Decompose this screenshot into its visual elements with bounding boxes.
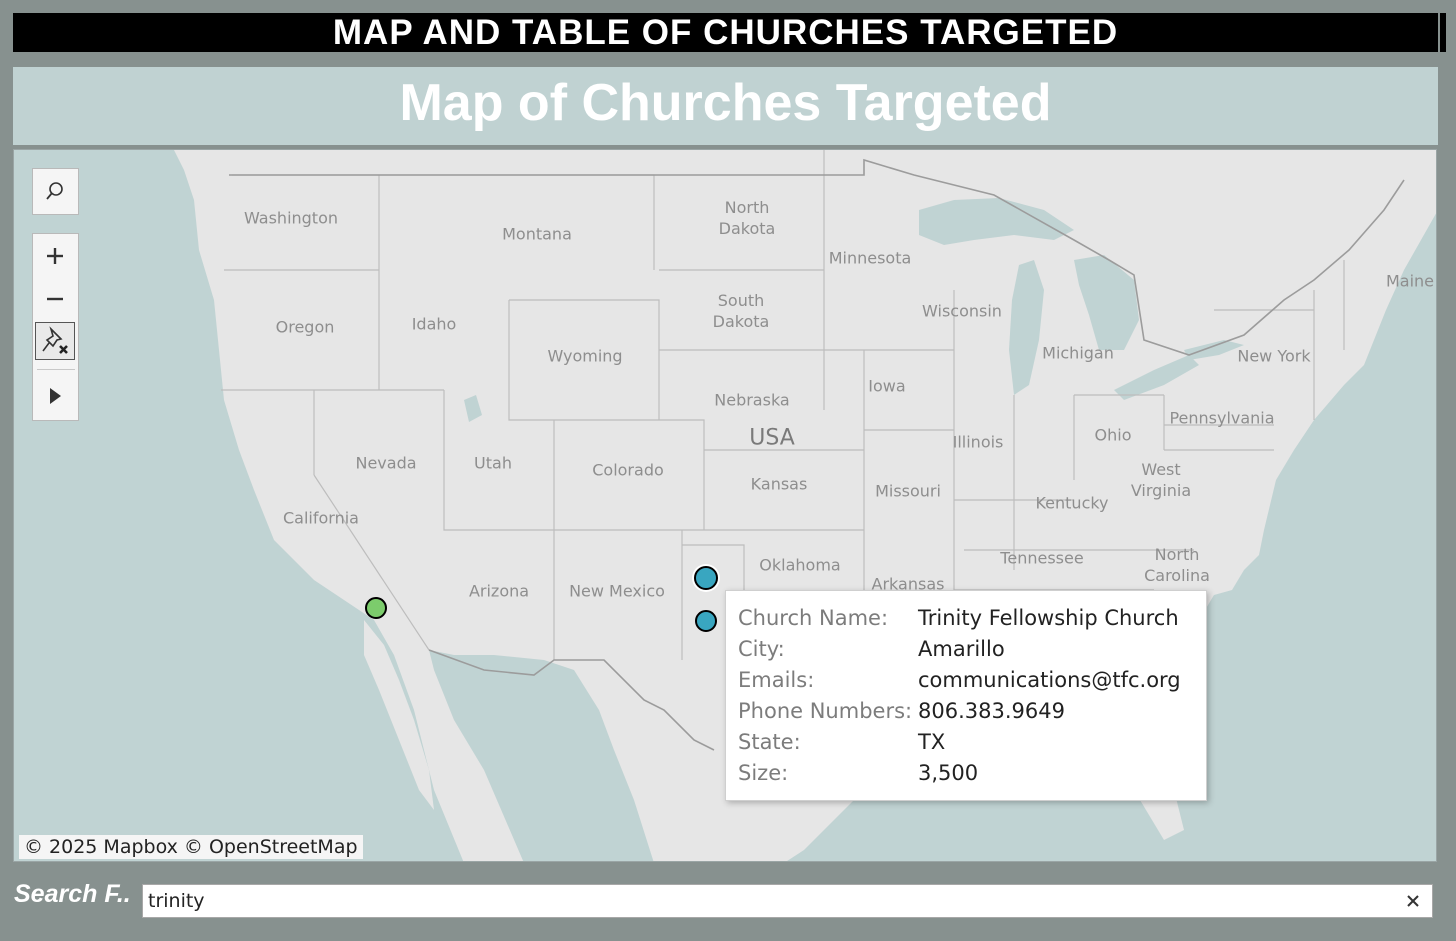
unpin-map-button[interactable] [35,322,75,360]
label-usa: USA [749,425,795,451]
label-nebraska: Nebraska [714,390,790,410]
tooltip-row-church-name: Church Name: Trinity Fellowship Church [738,603,1179,634]
label-arizona: Arizona [468,581,530,601]
label-kentucky: Kentucky [1035,493,1109,513]
search-input[interactable] [143,885,1403,917]
church-tooltip: Church Name: Trinity Fellowship Church Ci… [725,590,1207,801]
texas-marker[interactable] [695,610,717,632]
tooltip-label: Phone Numbers: [738,699,913,723]
close-icon [1407,895,1419,907]
tooltip-row-size: Size: 3,500 [738,758,978,789]
tooltip-label: State: [738,730,801,754]
label-oklahoma: Oklahoma [759,555,841,575]
label-maine: Maine [1385,271,1435,291]
tooltip-label: Church Name: [738,606,889,630]
zoom-out-button[interactable] [33,279,77,319]
toolbar-divider [37,369,75,370]
tooltip-value: 3,500 [918,761,979,785]
label-tennessee: Tennessee [1000,548,1084,568]
tooltip-value: TX [918,730,946,754]
search-field[interactable] [142,884,1433,918]
label-utah: Utah [474,453,512,473]
label-california: California [283,508,359,528]
tooltip-row-phone: Phone Numbers: 806.383.9649 [738,696,1065,727]
minus-icon [47,297,63,301]
label-montana: Montana [502,224,572,244]
expand-toolbar-button[interactable] [33,376,77,416]
label-new-york: New York [1237,346,1311,366]
label-ohio: Ohio [1094,425,1132,445]
label-wisconsin: Wisconsin [922,301,1002,321]
tooltip-row-city: City: Amarillo [738,634,1005,665]
label-north-carolina: North Carolina [1144,545,1210,585]
search-icon [33,171,77,211]
map-title: Map of Churches Targeted [13,67,1438,145]
label-kansas: Kansas [750,474,808,494]
label-michigan: Michigan [1042,343,1114,363]
label-pennsylvania: Pennsylvania [1169,408,1275,428]
plus-icon [47,248,63,264]
map-search-button[interactable] [32,168,79,215]
label-west-virginia: West Virginia [1130,460,1192,500]
clear-search-button[interactable] [1400,888,1426,914]
california-marker[interactable] [365,597,387,619]
play-icon [50,388,61,404]
label-minnesota: Minnesota [828,248,912,268]
amarillo-marker[interactable] [694,566,718,590]
map-toolbar [32,233,79,421]
search-label: Search F.. [14,880,131,908]
label-oregon: Oregon [275,317,335,337]
label-illinois: Illinois [952,432,1004,452]
pin-clear-icon [42,326,68,354]
tooltip-label: City: [738,637,785,661]
tooltip-row-state: State: TX [738,727,945,758]
label-north-dakota: North Dakota [718,198,776,238]
dashboard-banner-title: MAP AND TABLE OF CHURCHES TARGETED [13,13,1438,52]
label-missouri: Missouri [875,481,941,501]
tooltip-value: Amarillo [918,637,1005,661]
label-south-dakota: South Dakota [712,291,770,331]
tooltip-label: Size: [738,761,789,785]
banner-edge [1440,13,1446,52]
tooltip-row-emails: Emails: communications@tfc.org [738,665,1181,696]
label-nevada: Nevada [355,453,417,473]
tooltip-value: Trinity Fellowship Church [918,606,1179,630]
tooltip-value: 806.383.9649 [918,699,1065,723]
tooltip-label: Emails: [738,668,815,692]
map-attribution[interactable]: © 2025 Mapbox © OpenStreetMap [19,835,363,859]
label-new-mexico: New Mexico [569,581,665,601]
label-wyoming: Wyoming [547,346,623,366]
label-iowa: Iowa [868,376,906,396]
zoom-in-button[interactable] [33,236,77,276]
label-washington: Washington [243,208,339,228]
tooltip-value: communications@tfc.org [918,668,1181,692]
label-idaho: Idaho [411,314,457,334]
label-colorado: Colorado [592,460,664,480]
